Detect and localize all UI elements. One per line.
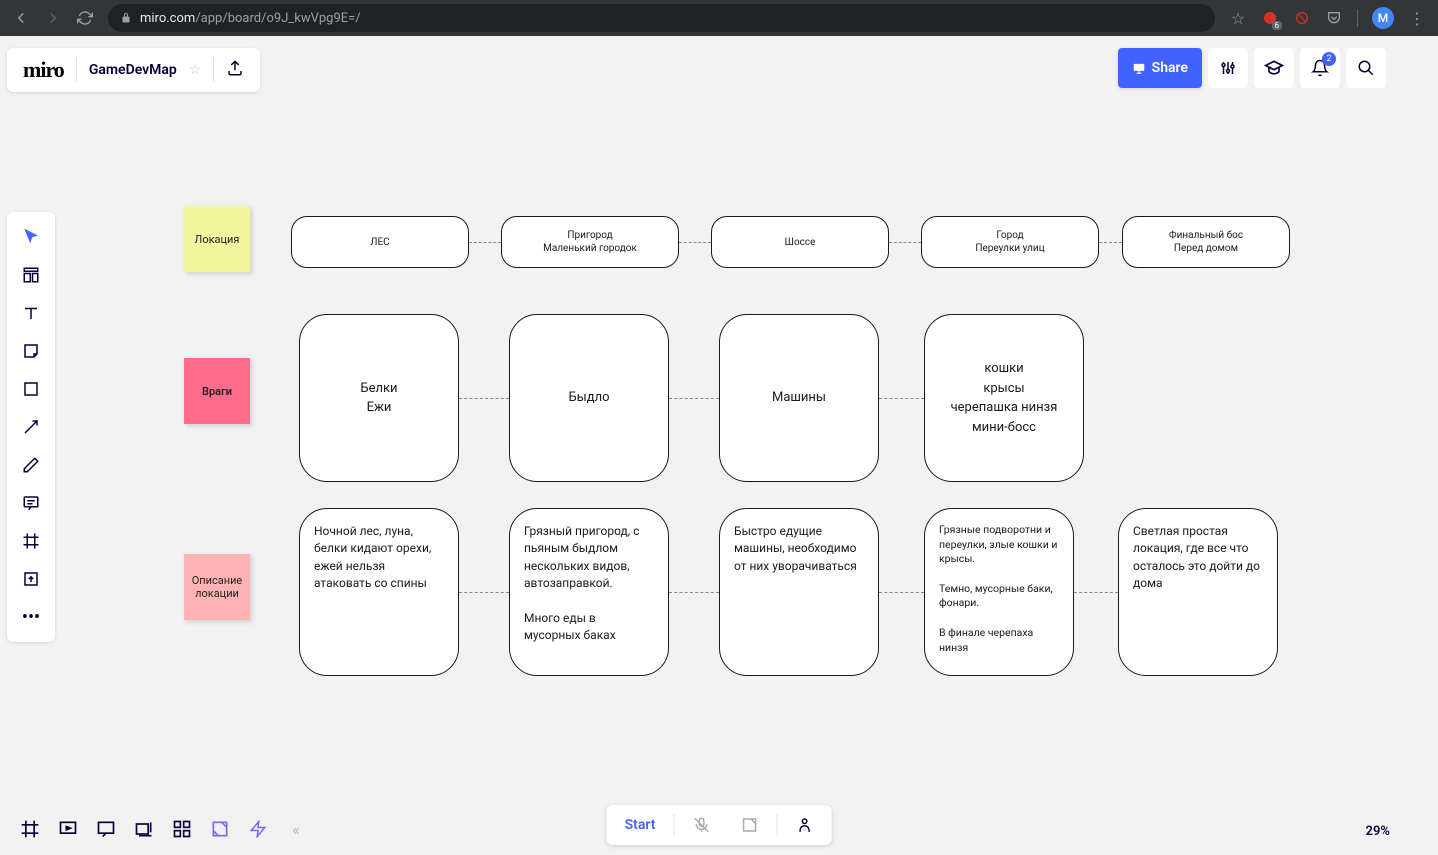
connector xyxy=(1099,242,1122,243)
sticky-desc[interactable]: Описание локации xyxy=(184,554,250,620)
sticky-enemies[interactable]: Враги xyxy=(184,358,250,424)
templates-icon[interactable] xyxy=(12,256,50,294)
frame-tool-icon[interactable] xyxy=(14,813,46,845)
divider xyxy=(213,58,214,82)
loc-box-3[interactable]: Город Переулки улиц xyxy=(921,216,1099,268)
sticky-location[interactable]: Локация xyxy=(184,206,250,272)
connector xyxy=(469,242,501,243)
loc-box-1[interactable]: Пригород Маленький городок xyxy=(501,216,679,268)
cards-icon[interactable] xyxy=(128,813,160,845)
canvas[interactable]: Локация Враги Описание локации ЛЕС Приго… xyxy=(0,36,1438,855)
connector xyxy=(459,398,509,399)
learn-icon[interactable] xyxy=(1254,48,1294,88)
back-icon[interactable] xyxy=(12,9,30,27)
present-tool-icon[interactable] xyxy=(52,813,84,845)
menu-icon[interactable]: ⋮ xyxy=(1408,9,1426,27)
frame-icon[interactable] xyxy=(12,522,50,560)
bolt-icon[interactable] xyxy=(242,813,274,845)
enemy-box-1[interactable]: Быдло xyxy=(509,314,669,482)
connector xyxy=(669,398,719,399)
connector xyxy=(889,242,921,243)
pocket-icon[interactable] xyxy=(1325,9,1343,27)
favorite-star-icon[interactable]: ☆ xyxy=(189,62,202,78)
header-card: miro GameDevMap ☆ xyxy=(7,48,260,92)
bottom-left-tools: « xyxy=(14,813,312,845)
enemy-box-3[interactable]: кошки крысы черепашка нинзя мини-босс xyxy=(924,314,1084,482)
comments-icon[interactable] xyxy=(90,813,122,845)
extension-icon[interactable]: 6 xyxy=(1261,9,1279,27)
select-tool-icon[interactable] xyxy=(12,218,50,256)
board-name[interactable]: GameDevMap xyxy=(89,62,177,78)
comment-icon[interactable] xyxy=(12,484,50,522)
connector xyxy=(679,242,711,243)
connector xyxy=(669,592,719,593)
connector xyxy=(879,592,924,593)
zoom-level[interactable]: 29% xyxy=(1366,824,1390,839)
sticky-note-icon[interactable] xyxy=(12,332,50,370)
settings-icon[interactable] xyxy=(1208,48,1248,88)
mic-icon[interactable] xyxy=(678,809,724,841)
app-icon[interactable] xyxy=(204,813,236,845)
separator xyxy=(776,814,777,836)
activity-icon[interactable] xyxy=(166,813,198,845)
text-icon[interactable] xyxy=(12,294,50,332)
miro-logo[interactable]: miro xyxy=(23,57,64,83)
shape-icon[interactable] xyxy=(12,370,50,408)
connector xyxy=(879,398,924,399)
bottom-center-bar: Start xyxy=(607,805,832,845)
enemy-box-2[interactable]: Машины xyxy=(719,314,879,482)
pen-icon[interactable] xyxy=(12,446,50,484)
line-icon[interactable] xyxy=(12,408,50,446)
reactions-icon[interactable] xyxy=(781,809,827,841)
url-bar[interactable]: miro.com/app/board/o9J_kwVpg9E=/ xyxy=(108,4,1215,32)
star-icon[interactable]: ☆ xyxy=(1229,9,1247,27)
collapse-icon[interactable]: « xyxy=(280,813,312,845)
notification-icon[interactable]: 2 xyxy=(1300,48,1340,88)
loc-box-0[interactable]: ЛЕС xyxy=(291,216,469,268)
right-tools: Share 2 xyxy=(1118,48,1386,88)
loc-box-4[interactable]: Финальный бос Перед домом xyxy=(1122,216,1290,268)
loc-box-2[interactable]: Шоссе xyxy=(711,216,889,268)
browser-avatar[interactable]: M xyxy=(1372,7,1394,29)
upload-icon[interactable] xyxy=(12,560,50,598)
more-tools-icon[interactable]: ••• xyxy=(12,598,50,636)
extension2-icon[interactable] xyxy=(1293,9,1311,27)
left-toolbar: ••• xyxy=(7,212,55,642)
connector xyxy=(1074,592,1118,593)
share-button[interactable]: Share xyxy=(1118,48,1202,88)
present-icon xyxy=(1132,61,1146,75)
url-path: /app/board/o9J_kwVpg9E=/ xyxy=(195,11,360,26)
export-icon[interactable] xyxy=(226,59,244,81)
desc-box-4[interactable]: Светлая простая локация, где все что ост… xyxy=(1118,508,1278,676)
divider xyxy=(76,58,77,82)
url-domain: miro.com xyxy=(140,11,195,26)
forward-icon[interactable] xyxy=(44,9,62,27)
desc-box-1[interactable]: Грязный пригород, с пьяным быдлом нескол… xyxy=(509,508,669,676)
connector xyxy=(459,592,509,593)
start-button[interactable]: Start xyxy=(611,809,670,841)
lock-icon xyxy=(120,12,132,24)
browser-bar: miro.com/app/board/o9J_kwVpg9E=/ ☆ 6 M ⋮ xyxy=(0,0,1438,36)
desc-box-2[interactable]: Быстро едущие машины, необходимо от них … xyxy=(719,508,879,676)
desc-box-0[interactable]: Ночной лес, луна, белки кидают орехи, еж… xyxy=(299,508,459,676)
enemy-box-0[interactable]: Белки Ежи xyxy=(299,314,459,482)
desc-box-3[interactable]: Грязные подворотни и переулки, злые кошк… xyxy=(924,508,1074,676)
separator xyxy=(673,814,674,836)
reload-icon[interactable] xyxy=(76,9,94,27)
screen-share-icon[interactable] xyxy=(726,809,772,841)
search-icon[interactable] xyxy=(1346,48,1386,88)
